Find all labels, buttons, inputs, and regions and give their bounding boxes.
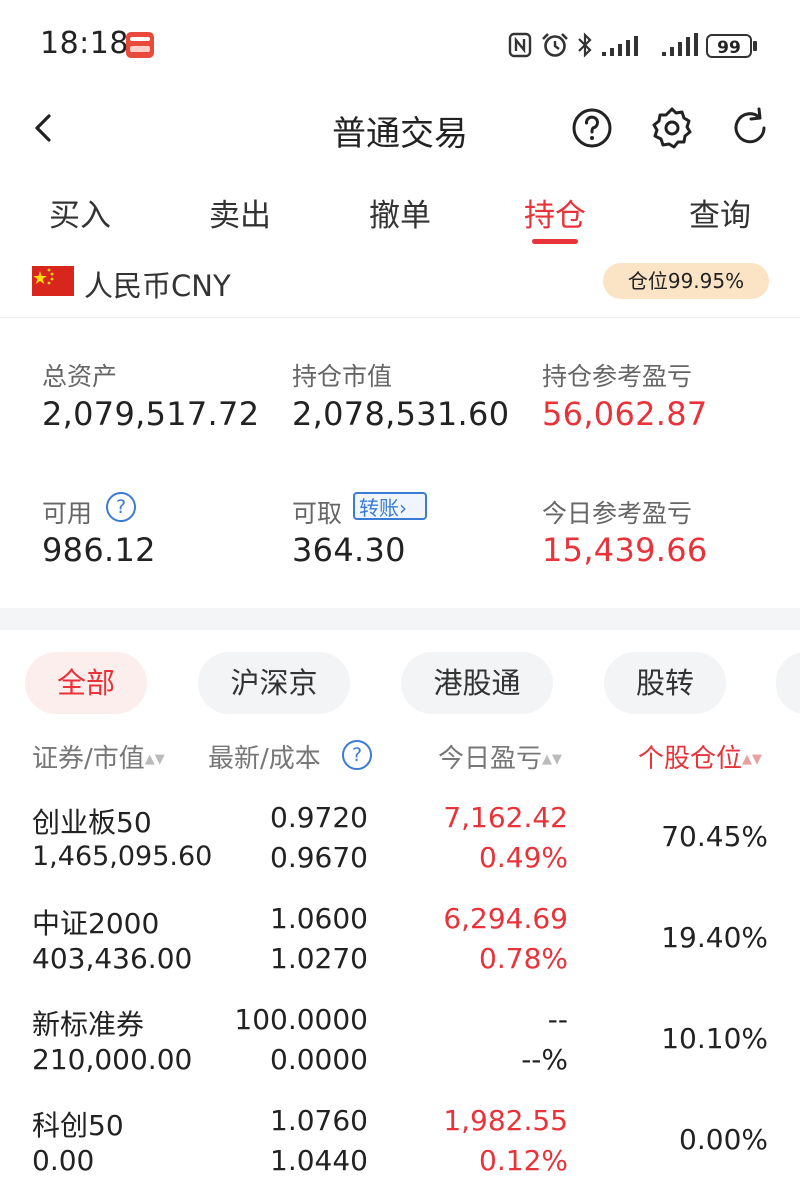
cost-price: 1.0270 [270, 942, 368, 975]
position-weight: 10.10% [661, 1022, 768, 1055]
header-weight-label: 个股仓位 [638, 744, 743, 774]
position-pnl-value: 56,062.87 [542, 395, 708, 433]
market-value: 210,000.00 [32, 1043, 193, 1076]
market-value-label: 持仓市值 [292, 362, 393, 391]
withdrawable-label: 可取 [292, 499, 343, 528]
help-icon[interactable] [568, 104, 616, 152]
today-pnl-pct: 0.12% [479, 1144, 568, 1177]
today-pnl: 1,982.55 [443, 1104, 568, 1137]
latest-price: 1.0760 [270, 1104, 368, 1137]
cost-price: 1.0440 [270, 1144, 368, 1177]
security-name: 创业板50 [32, 806, 152, 839]
tab-cancel[interactable]: 撤单 [320, 190, 480, 235]
header-price-label: 最新/成本 [208, 744, 321, 774]
price-help-icon[interactable]: ? [342, 740, 372, 770]
available-label: 可用 [42, 499, 93, 528]
filter-more[interactable] [776, 652, 800, 714]
header-today-pnl-label: 今日盈亏 [438, 744, 543, 774]
latest-price: 0.9720 [270, 801, 368, 834]
position-pnl-label: 持仓参考盈亏 [542, 362, 693, 391]
tab-holdings[interactable]: 持仓 [475, 190, 635, 235]
filter-a-shares[interactable]: 沪深京 [198, 652, 350, 714]
filter-share-transfer[interactable]: 股转 [604, 652, 726, 714]
position-weight: 0.00% [679, 1123, 768, 1156]
market-value-value: 2,078,531.60 [292, 395, 510, 433]
alarm-icon [542, 33, 568, 57]
battery-tip [753, 41, 757, 51]
sort-icon: ▲▼ [144, 752, 165, 767]
status-time: 18:18 [40, 26, 129, 61]
total-assets-value: 2,079,517.72 [42, 395, 260, 433]
market-value: 0.00 [32, 1144, 95, 1177]
position-weight: 70.45% [661, 820, 768, 853]
security-name: 科创50 [32, 1109, 124, 1142]
latest-price: 1.0600 [270, 902, 368, 935]
available-help-icon[interactable]: ? [106, 492, 136, 522]
filter-all[interactable]: 全部 [25, 652, 147, 714]
refresh-icon[interactable] [726, 104, 774, 152]
sort-icon: ▲▼ [742, 752, 763, 767]
header-weight[interactable]: 个股仓位▲▼ [638, 738, 762, 775]
nfc-icon [508, 32, 532, 58]
bluetooth-icon [578, 32, 592, 58]
section-separator [0, 608, 800, 630]
position-badge: 仓位99.95% [603, 263, 769, 299]
market-value: 1,465,095.60 [32, 841, 213, 872]
position-weight: 19.40% [661, 921, 768, 954]
today-pnl-value: 15,439.66 [542, 531, 708, 569]
today-pnl: 6,294.69 [443, 902, 568, 935]
signal-1-icon [602, 36, 638, 56]
transfer-button[interactable]: 转账› [353, 492, 427, 520]
signal-2-icon [662, 33, 698, 56]
filter-hk-connect[interactable]: 港股通 [401, 652, 553, 714]
cost-price: 0.0000 [270, 1043, 368, 1076]
withdrawable-value: 364.30 [292, 531, 406, 569]
battery-indicator: 99 [706, 34, 752, 58]
china-flag-icon [32, 266, 74, 296]
market-value: 403,436.00 [32, 942, 193, 975]
app-notification-icon [126, 32, 154, 58]
today-pnl-pct: 0.78% [479, 942, 568, 975]
available-value: 986.12 [42, 531, 156, 569]
tab-sell[interactable]: 卖出 [160, 190, 320, 235]
security-name: 中证2000 [32, 907, 160, 940]
tab-buy[interactable]: 买入 [0, 190, 160, 235]
currency-label: 人民币CNY [84, 269, 231, 303]
today-pnl: 7,162.42 [443, 801, 568, 834]
today-pnl-pct: --% [521, 1043, 568, 1076]
chevron-right-icon: › [399, 496, 407, 520]
transfer-label: 转账 [359, 496, 399, 520]
cost-price: 0.9670 [270, 841, 368, 874]
divider [0, 317, 800, 318]
today-pnl-label: 今日参考盈亏 [542, 499, 693, 528]
tab-query[interactable]: 查询 [640, 190, 800, 235]
header-today-pnl[interactable]: 今日盈亏▲▼ [438, 738, 562, 775]
settings-icon[interactable] [648, 104, 696, 152]
sort-icon: ▲▼ [542, 752, 563, 767]
latest-price: 100.0000 [234, 1003, 368, 1036]
header-security[interactable]: 证券/市值▲▼ [32, 738, 165, 775]
header-price: 最新/成本 [208, 738, 321, 775]
active-tab-indicator [532, 239, 578, 244]
today-pnl: -- [547, 1003, 568, 1036]
header-security-label: 证券/市值 [32, 744, 145, 774]
security-name: 新标准券 [32, 1008, 145, 1041]
today-pnl-pct: 0.49% [479, 841, 568, 874]
total-assets-label: 总资产 [42, 362, 118, 391]
